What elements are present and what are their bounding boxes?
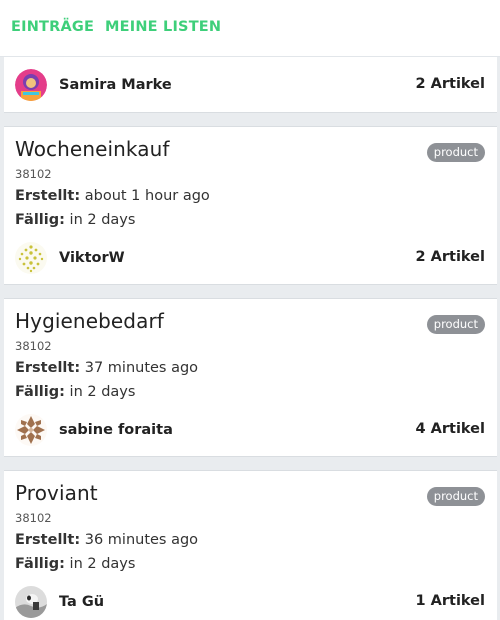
owner-row: sabine foraita 4 Artikel xyxy=(15,414,485,448)
owner-name: sabine foraita xyxy=(59,422,173,438)
created-label: Erstellt: xyxy=(15,360,81,376)
created-label: Erstellt: xyxy=(15,532,81,548)
lists-scroll-area[interactable]: Samira Marke 2 Artikel Wocheneinkauf pro… xyxy=(0,0,500,620)
created-value: 37 minutes ago xyxy=(84,360,199,376)
item-count: 4 Artikel xyxy=(415,421,485,437)
due-value: in 2 days xyxy=(69,556,136,572)
owner-row: ViktorW 2 Artikel xyxy=(15,242,485,276)
list-card[interactable]: Hygienebedarf product 38102 Erstellt: 37… xyxy=(4,298,497,457)
due-value: in 2 days xyxy=(69,384,136,400)
tab-bar: EINTRÄGE MEINE LISTEN xyxy=(0,0,500,57)
owner-row: Ta Gü 1 Artikel xyxy=(15,586,485,620)
list-title: Hygienebedarf xyxy=(15,309,164,333)
avatar xyxy=(15,69,47,101)
tab-entries[interactable]: EINTRÄGE xyxy=(11,19,94,35)
list-id: 38102 xyxy=(15,167,52,181)
category-badge: product xyxy=(426,487,485,506)
list-title: Proviant xyxy=(15,481,98,505)
due-row: Fällig: in 2 days xyxy=(15,212,135,228)
list-title: Wocheneinkauf xyxy=(15,137,170,161)
list-id: 38102 xyxy=(15,339,52,353)
list-card[interactable]: Wocheneinkauf product 38102 Erstellt: ab… xyxy=(4,126,497,285)
list-id: 38102 xyxy=(15,511,52,525)
owner-name: Ta Gü xyxy=(59,594,105,610)
created-row: Erstellt: 37 minutes ago xyxy=(15,360,198,376)
due-label: Fällig: xyxy=(15,384,65,400)
category-badge: product xyxy=(426,315,485,334)
created-value: about 1 hour ago xyxy=(84,188,210,204)
avatar xyxy=(15,242,47,274)
due-value: in 2 days xyxy=(69,212,136,228)
item-count: 2 Artikel xyxy=(415,249,485,265)
avatar xyxy=(15,414,47,446)
created-row: Erstellt: about 1 hour ago xyxy=(15,188,210,204)
category-badge: product xyxy=(426,143,485,162)
item-count: 1 Artikel xyxy=(415,593,485,609)
created-row: Erstellt: 36 minutes ago xyxy=(15,532,198,548)
tab-my-lists[interactable]: MEINE LISTEN xyxy=(105,19,221,35)
owner-name: Samira Marke xyxy=(59,77,172,93)
due-label: Fällig: xyxy=(15,212,65,228)
avatar xyxy=(15,586,47,618)
list-card[interactable]: Proviant product 38102 Erstellt: 36 minu… xyxy=(4,470,497,620)
owner-row: Samira Marke 2 Artikel xyxy=(15,69,485,103)
created-label: Erstellt: xyxy=(15,188,81,204)
owner-name: ViktorW xyxy=(59,250,125,266)
due-row: Fällig: in 2 days xyxy=(15,384,135,400)
due-label: Fällig: xyxy=(15,556,65,572)
item-count: 2 Artikel xyxy=(415,76,485,92)
created-value: 36 minutes ago xyxy=(84,532,199,548)
due-row: Fällig: in 2 days xyxy=(15,556,135,572)
